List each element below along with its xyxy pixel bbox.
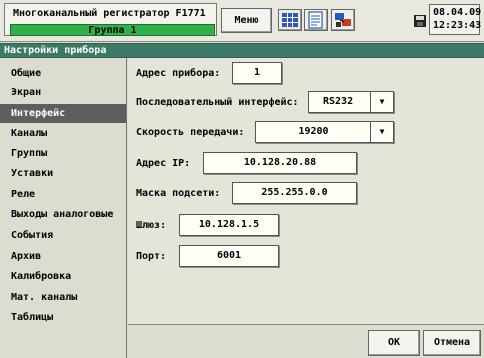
interface-settings-form: Адрес прибора: 1 Последовательный интерф… <box>128 58 484 324</box>
serial-interface-dropdown[interactable]: RS232 ▼ <box>308 91 394 113</box>
sidebar-item-interface[interactable]: Интерфейс <box>0 104 126 123</box>
gateway-field[interactable]: 10.128.1.5 <box>179 214 279 236</box>
settings-header: Настройки прибора <box>0 43 484 58</box>
sidebar-item-math-channels[interactable]: Мат. каналы <box>0 288 126 307</box>
date-value: 08.04.09 <box>433 7 482 18</box>
port-field[interactable]: 6001 <box>179 245 279 267</box>
sidebar-item-channels[interactable]: Каналы <box>0 124 126 143</box>
device-address-label: Адрес прибора: <box>136 68 221 79</box>
menu-button[interactable]: Меню <box>221 8 272 33</box>
port-label: Порт: <box>136 251 167 262</box>
document-icon[interactable] <box>304 9 328 31</box>
disk-icon <box>414 15 426 27</box>
top-toolbar: Многоканальный регистратор F1771 Группа … <box>0 0 484 42</box>
chevron-down-icon[interactable]: ▼ <box>370 122 393 142</box>
ip-address-label: Адрес IP: <box>136 158 191 169</box>
sidebar-item-groups[interactable]: Группы <box>0 144 126 163</box>
device-title-panel: Многоканальный регистратор F1771 Группа … <box>4 3 217 36</box>
sidebar-item-calibration[interactable]: Калибровка <box>0 267 126 286</box>
datetime-display: 08.04.09 12:23:43 <box>429 4 482 35</box>
ok-button[interactable]: ОК <box>368 330 420 356</box>
subnet-mask-field[interactable]: 255.255.0.0 <box>232 182 357 204</box>
baud-rate-label: Скорость передачи: <box>136 127 245 138</box>
chevron-down-icon[interactable]: ▼ <box>370 92 393 112</box>
settings-sidebar: Общие Экран Интерфейс Каналы Группы Уста… <box>0 58 127 358</box>
group-indicator[interactable]: Группа 1 <box>10 24 215 36</box>
subnet-mask-label: Маска подсети: <box>136 188 221 199</box>
sidebar-item-analog-outputs[interactable]: Выходы аналоговые <box>0 205 126 224</box>
sidebar-item-events[interactable]: События <box>0 226 126 245</box>
serial-interface-value: RS232 <box>323 96 354 107</box>
sidebar-item-screen[interactable]: Экран <box>0 83 126 102</box>
gateway-label: Шлюз: <box>136 220 167 231</box>
cancel-button[interactable]: Отмена <box>423 330 481 356</box>
grid-icon[interactable] <box>278 9 302 31</box>
device-title: Многоканальный регистратор F1771 <box>13 8 206 19</box>
sidebar-item-archive[interactable]: Архив <box>0 247 126 266</box>
baud-rate-dropdown[interactable]: 19200 ▼ <box>255 121 394 143</box>
baud-rate-value: 19200 <box>298 126 329 137</box>
ip-address-field[interactable]: 10.128.20.88 <box>203 152 357 174</box>
serial-interface-label: Последовательный интерфейс: <box>136 97 299 108</box>
sidebar-item-tables[interactable]: Таблицы <box>0 308 126 327</box>
sidebar-item-general[interactable]: Общие <box>0 64 126 83</box>
sidebar-item-relays[interactable]: Реле <box>0 185 126 204</box>
device-address-field[interactable]: 1 <box>232 62 282 84</box>
time-value: 12:23:43 <box>433 20 482 31</box>
network-icon[interactable] <box>331 9 355 31</box>
sidebar-item-setpoints[interactable]: Уставки <box>0 164 126 183</box>
dialog-button-bar: ОК Отмена <box>128 324 484 358</box>
